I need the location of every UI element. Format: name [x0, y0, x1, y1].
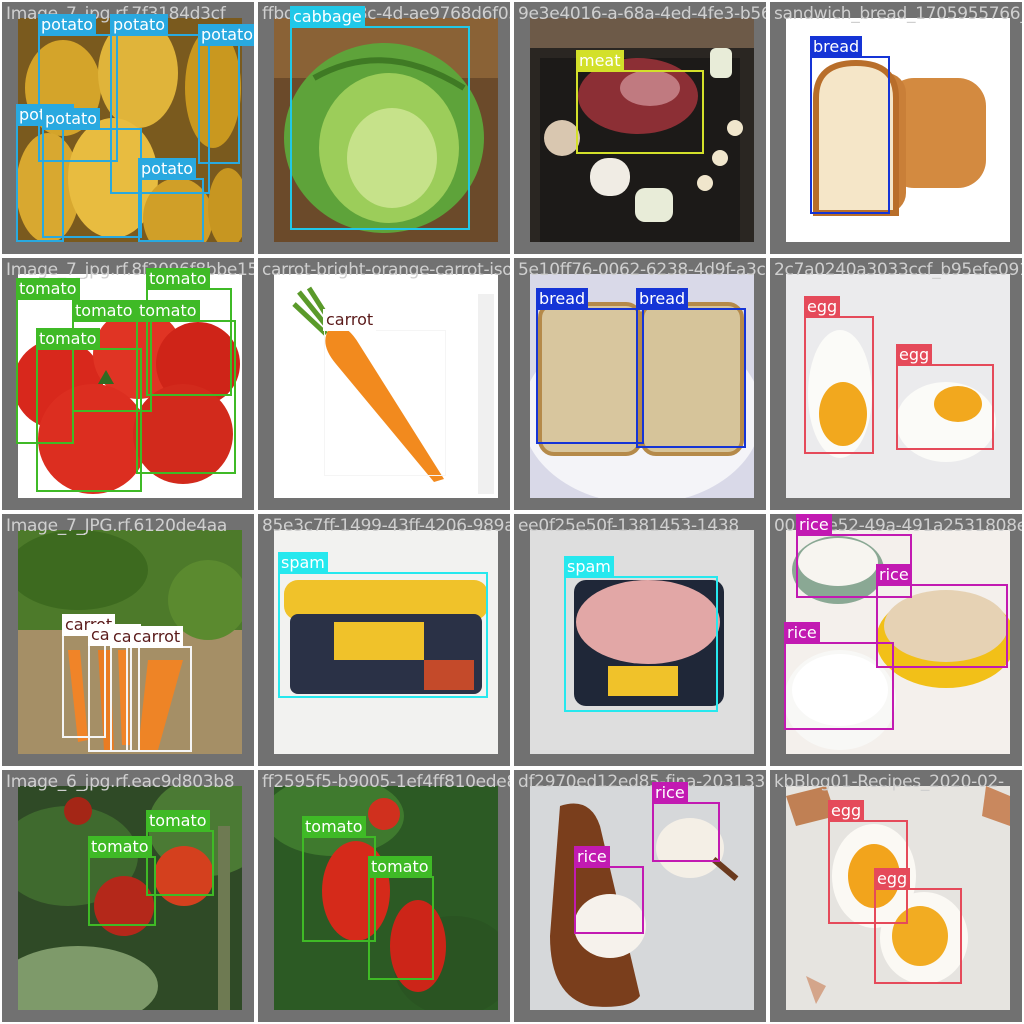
detection-label: rice [876, 564, 912, 586]
image-tile-bread-slices: 5e10ff76-0062-6238-4d9f-a3c bread bread [514, 258, 766, 510]
detection-box-potato: potato [198, 24, 254, 164]
detection-label: rice [652, 782, 688, 804]
detection-box-carrot: carrot [323, 309, 446, 476]
image-tile-potatoes: Image_7_jpg.rf.7f3184d3cf potato potato … [2, 2, 254, 254]
detection-label: carrot [130, 626, 184, 648]
detection-box-tomato: tomato [36, 328, 142, 492]
image-tile-cabbage: ffbdfb5c-e58c-4d-ae9768d6f03f-5a43d6d5d2… [258, 2, 510, 254]
image-filename: ff2595f5-b9005-1ef4ff810ede8 [262, 772, 510, 792]
detection-label: spam [564, 556, 614, 578]
image-filename: 85e3c7ff-1499-43ff-4206-989a4 [262, 516, 510, 536]
detection-box-rice: rice [652, 782, 720, 862]
detection-box-potato: potato [138, 158, 204, 242]
detection-label: tomato [36, 328, 100, 350]
image-filename: sandwich_bread_1705955766_cq [774, 4, 1022, 24]
image-filename: df2970ed12ed85-fina-2031331 [518, 772, 766, 792]
detection-box-cabbage: cabbage [290, 6, 470, 230]
image-tile-carrots-field: Image_7_JPG.rf.6120de4aa carrot carrot c… [2, 514, 254, 766]
image-filename: Image_7_JPG.rf.6120de4aa [6, 516, 228, 536]
detection-label: cabbage [290, 6, 365, 28]
detection-label: potato [38, 14, 97, 36]
detection-label: rice [796, 514, 832, 536]
detection-box-egg: egg [896, 344, 994, 450]
image-tile-carrot: carrot-bright-orange-carrot-isolated-whi… [258, 258, 510, 510]
image-tile-bread: sandwich_bread_1705955766_cq bread [770, 2, 1022, 254]
detection-label: spam [278, 552, 328, 574]
detection-box-tomato: tomato [88, 836, 156, 926]
detection-box-egg: egg [804, 296, 874, 454]
detection-box-tomato: tomato [302, 816, 376, 942]
image-tile-tomato-vine: ff2595f5-b9005-1ef4ff810ede8 tomato toma… [258, 770, 510, 1022]
detection-label: rice [784, 622, 820, 644]
detection-box-tomato: tomato [146, 810, 214, 896]
detection-label: carrot [323, 309, 377, 331]
detection-label: tomato [302, 816, 366, 838]
detection-box-rice: rice [876, 564, 1008, 668]
detection-label: tomato [368, 856, 432, 878]
detection-box-carrot: carrot [130, 626, 192, 752]
detection-box-bread: bread [536, 288, 644, 444]
image-filename: 2c7a0240a3033ccf_b95efe091 [774, 260, 1022, 280]
image-tile-tomato-plant: Image_6_jpg.rf.eac9d803b8 tomato tomato [2, 770, 254, 1022]
image-tile-tomatoes: Image_7_jpg.rf.8f2096f8bbe152740-c7-1df-… [2, 258, 254, 510]
image-tile-rice-board: df2970ed12ed85-fina-2031331 rice rice [514, 770, 766, 1022]
detection-label: rice [574, 846, 610, 868]
detection-label: egg [828, 800, 865, 822]
detection-box-rice: rice [574, 846, 644, 934]
image-filename: Image_7_jpg.rf.8f2096f8bbe152740-c7-1df-… [6, 260, 254, 280]
detection-label: egg [896, 344, 933, 366]
detection-label: potato [198, 24, 254, 46]
detection-label: tomato [72, 300, 136, 322]
image-filename: 5e10ff76-0062-6238-4d9f-a3c [518, 260, 766, 280]
image-tile-egg-halves: kbBlog01-Recipes_2020-02- egg egg [770, 770, 1022, 1022]
detection-label: tomato [88, 836, 152, 858]
detection-box-tomato: tomato [136, 300, 236, 474]
image-tile-eggs: 2c7a0240a3033ccf_b95efe091 egg egg [770, 258, 1022, 510]
image-filename: carrot-bright-orange-carrot-isolated-whi… [262, 260, 510, 280]
image-tile-spam-can: 85e3c7ff-1499-43ff-4206-989a4 spam [258, 514, 510, 766]
detection-label: egg [874, 868, 911, 890]
detection-label: potato [42, 108, 101, 130]
detection-label: tomato [146, 810, 210, 832]
detection-box-bread: bread [810, 36, 890, 214]
detection-box-meat: meat [576, 50, 704, 154]
detection-label: potato [138, 158, 197, 180]
detection-label: tomato [16, 278, 80, 300]
detection-label: bread [636, 288, 689, 310]
detection-label: bread [536, 288, 589, 310]
detection-label: egg [804, 296, 841, 318]
detection-box-rice: rice [784, 622, 894, 730]
detection-label: potato [110, 14, 169, 36]
detection-label: tomato [136, 300, 200, 322]
detection-box-tomato: tomato [368, 856, 434, 980]
detection-box-spam: spam [278, 552, 488, 698]
image-filename: kbBlog01-Recipes_2020-02- [774, 772, 1004, 792]
image-tile-rice-bowls: 0014ffe52-49a-491a2531808e1 rice rice ri… [770, 514, 1022, 766]
detection-box-egg: egg [874, 868, 962, 984]
detection-box-potato: potato [42, 108, 142, 238]
image-tile-spam-open: ee0f25e50f-1381453-1438 spam [514, 514, 766, 766]
image-filename: 9e3e4016-a-68a-4ed-4fe3-b56a-f2bba07a [518, 4, 766, 24]
image-filename: Image_6_jpg.rf.eac9d803b8 [6, 772, 235, 792]
detection-label: bread [810, 36, 863, 58]
detection-box-spam: spam [564, 556, 718, 712]
image-filename: ee0f25e50f-1381453-1438 [518, 516, 739, 536]
detection-label: meat [576, 50, 624, 72]
image-tile-meat: 9e3e4016-a-68a-4ed-4fe3-b56a-f2bba07a me… [514, 2, 766, 254]
detection-label: tomato [146, 268, 210, 290]
detection-box-bread: bread [636, 288, 746, 448]
